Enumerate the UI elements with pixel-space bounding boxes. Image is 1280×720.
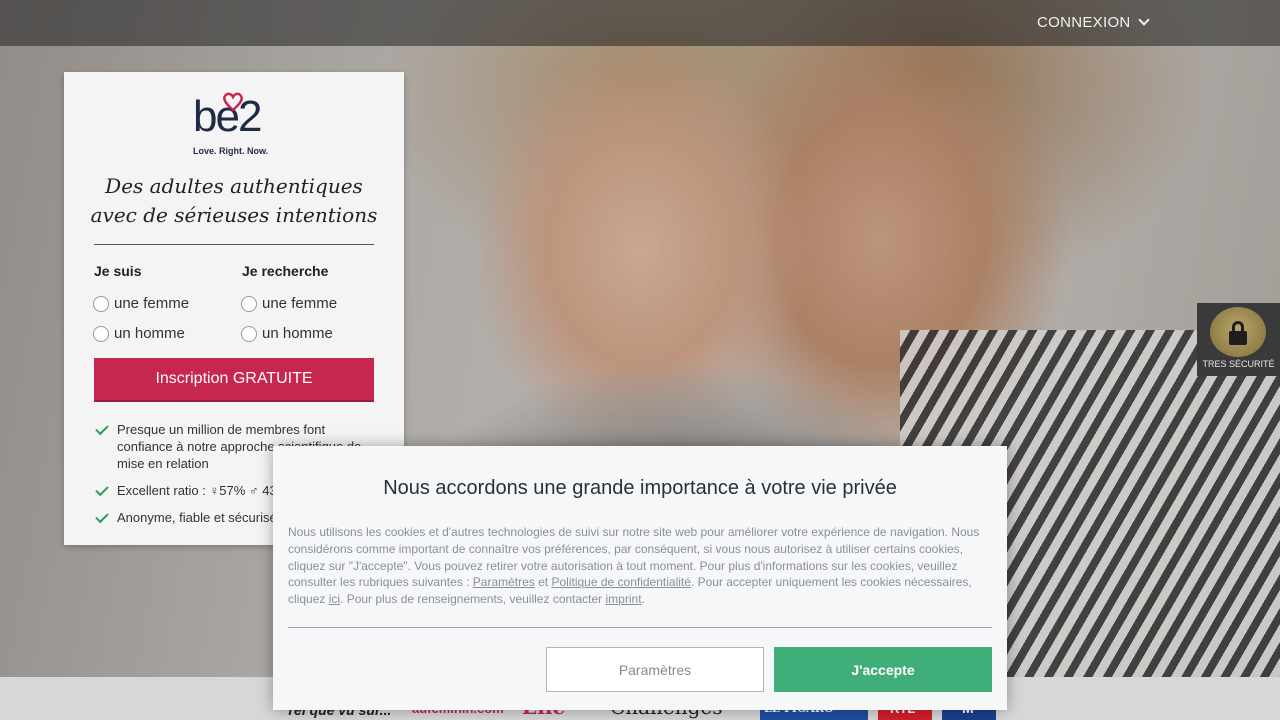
security-label: TRES SÉCURITÉ <box>1202 359 1275 369</box>
modal-body: Nous utilisons les cookies et d'autres t… <box>288 524 993 608</box>
radio-circle-icon[interactable] <box>241 295 257 312</box>
radio-label: une femme <box>114 295 190 312</box>
radio-circle-icon[interactable] <box>93 325 109 342</box>
security-seal <box>1210 307 1266 357</box>
security-badge[interactable]: TRES SÉCURITÉ <box>1197 303 1280 376</box>
i-am-title: Je suis <box>94 263 142 279</box>
radio-i-am-man[interactable]: un homme <box>93 325 185 342</box>
cookie-consent-modal: Nous accordons une grande importance à v… <box>273 446 1007 710</box>
radio-seeking-man[interactable]: un homme <box>241 325 333 342</box>
radio-i-am-woman[interactable]: une femme <box>93 295 189 312</box>
seeking-title: Je recherche <box>242 263 329 279</box>
radio-label: un homme <box>114 325 185 342</box>
radio-circle-icon[interactable] <box>241 325 257 342</box>
modal-title: Nous accordons une grande importance à v… <box>383 477 897 499</box>
link-privacy-policy[interactable]: Politique de confidentialité <box>551 575 690 589</box>
cookie-settings-button[interactable]: Paramètres <box>546 647 764 692</box>
link-parametres[interactable]: Paramètres <box>473 575 535 589</box>
radio-label: une femme <box>262 295 338 312</box>
radio-label: un homme <box>262 325 333 342</box>
radio-circle-icon[interactable] <box>93 295 109 312</box>
be2-logo[interactable]: be2 Love. Right. Now. <box>193 92 275 158</box>
headline-line-2: avec de sérieuses intentions <box>90 203 378 227</box>
card-divider <box>94 244 374 245</box>
checkmark-icon <box>95 509 109 524</box>
login-label: CONNEXION <box>1037 14 1131 31</box>
headline-line-1: Des adultes authentiques <box>105 174 363 198</box>
modal-divider <box>288 627 992 628</box>
feature-text: Excellent ratio : ♀57% ♂ 43% <box>117 483 289 498</box>
lock-body <box>1229 331 1247 345</box>
checkmark-icon <box>95 482 109 497</box>
login-dropdown[interactable]: CONNEXION <box>1037 14 1150 31</box>
cookie-accept-button[interactable]: J'accepte <box>774 647 992 692</box>
logo-tagline: Love. Right. Now. <box>193 146 269 156</box>
heart-icon <box>223 92 243 112</box>
signup-free-button[interactable]: Inscription GRATUITE <box>94 358 374 402</box>
card-headline: Des adultes authentiques avec de sérieus… <box>84 172 384 230</box>
body-text: . Pour plus de renseignements, veuillez … <box>340 592 606 607</box>
top-bar: CONNEXION <box>0 0 1280 46</box>
body-text: . <box>641 592 645 607</box>
chevron-down-icon <box>1137 14 1150 26</box>
radio-seeking-woman[interactable]: une femme <box>241 295 337 312</box>
checkmark-icon <box>95 421 109 436</box>
feature-text: Anonyme, fiable et sécurisé <box>117 510 277 525</box>
link-necessary-only[interactable]: ici <box>329 592 340 606</box>
link-imprint[interactable]: imprint <box>606 592 642 606</box>
body-text: et <box>534 575 552 590</box>
